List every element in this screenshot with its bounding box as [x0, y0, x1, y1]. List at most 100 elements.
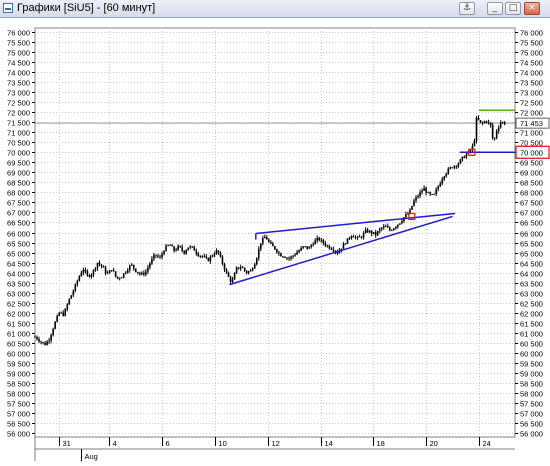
- y-tick-label-right: 68 000: [520, 189, 543, 198]
- candle-body: [239, 267, 242, 269]
- candle-body: [294, 254, 296, 256]
- y-tick-label-left: 64 000: [7, 270, 30, 279]
- chart-area[interactable]: 56 000 56 000 56 500 56 500 57 000 57 000 57 5…: [0, 18, 550, 461]
- candle-body: [387, 226, 389, 228]
- minimize-button[interactable]: _: [487, 2, 503, 15]
- x-tick-label: 20: [430, 439, 438, 448]
- y-tick-label-right: 62 000: [520, 310, 543, 319]
- y-tick-label-left: 75 000: [7, 49, 30, 58]
- y-tick-label-left: 65 500: [7, 240, 30, 249]
- candle-body: [163, 251, 165, 255]
- candle-body: [173, 246, 175, 251]
- candle-body: [441, 179, 444, 184]
- candle-body: [411, 206, 413, 210]
- candle-body: [114, 271, 117, 277]
- y-tick-label-right: 68 500: [520, 179, 543, 188]
- y-tick-label-right: 61 000: [520, 330, 543, 339]
- candle-body: [34, 336, 36, 338]
- candle-body: [447, 168, 450, 174]
- candle-body: [241, 267, 244, 269]
- candle-body: [427, 192, 429, 194]
- x-tick-label: 14: [325, 439, 333, 448]
- candle-body: [92, 270, 95, 275]
- x-tick-label: 24: [483, 439, 491, 448]
- candle-body: [104, 267, 107, 274]
- candle-body: [316, 237, 319, 241]
- candle-body: [328, 245, 331, 249]
- price-chart-svg[interactable]: 56 000 56 00056 500 56 50057 000 57 00057 5…: [0, 18, 550, 461]
- candle-body: [38, 339, 40, 342]
- candle-body: [201, 255, 204, 257]
- anchor-button[interactable]: ⚓: [459, 2, 475, 15]
- y-tick-label-left: 56 500: [7, 420, 30, 429]
- candle-body: [284, 257, 286, 258]
- close-button[interactable]: ×: [524, 2, 540, 15]
- y-tick-label-right: 59 500: [520, 360, 543, 369]
- candle-body: [90, 274, 93, 277]
- candle-body: [207, 257, 210, 262]
- candle-body: [320, 239, 323, 241]
- candle-body: [74, 284, 77, 292]
- candle-body: [219, 252, 222, 257]
- candle-body: [86, 271, 89, 276]
- y-tick-label-left: 59 500: [7, 360, 30, 369]
- candle-body: [354, 237, 357, 239]
- candle-body: [44, 342, 46, 346]
- candle-body: [100, 264, 103, 267]
- candle-body: [235, 267, 238, 274]
- candle-body: [139, 272, 141, 275]
- candle-body: [165, 245, 167, 252]
- candle-body: [205, 256, 208, 258]
- candle-body: [197, 253, 200, 257]
- candle-body: [431, 194, 433, 195]
- candle-body: [215, 250, 218, 255]
- candle-body: [251, 268, 254, 271]
- candle-body: [189, 246, 192, 248]
- candle-body: [417, 196, 419, 198]
- candle-body: [405, 214, 407, 218]
- candle-body: [288, 257, 290, 259]
- candle-body: [199, 255, 202, 257]
- x-tick-label: 18: [377, 439, 385, 448]
- candle-body: [237, 267, 240, 269]
- y-tick-label-right: 74 500: [520, 59, 543, 68]
- candle-body: [501, 122, 504, 124]
- candle-body: [42, 342, 44, 343]
- candle-body: [389, 227, 391, 231]
- candle-body: [322, 239, 325, 244]
- candle-body: [344, 243, 347, 245]
- y-tick-label-left: 68 000: [7, 189, 30, 198]
- y-tick-label-right: 71 000: [520, 129, 543, 138]
- candle-body: [132, 264, 135, 269]
- candle-body: [217, 250, 220, 253]
- candle-body: [489, 122, 492, 126]
- candle-body: [475, 117, 478, 141]
- candle-body: [155, 254, 157, 256]
- y-tick-label-left: 66 000: [7, 230, 30, 239]
- candle-body: [195, 250, 198, 254]
- x-tick-label: 6: [166, 439, 170, 448]
- marked-price-label: 70 000: [520, 148, 543, 157]
- candle-body: [437, 186, 439, 190]
- maximize-button[interactable]: □: [505, 2, 521, 15]
- candle-body: [483, 121, 486, 124]
- candle-body: [179, 245, 181, 247]
- y-tick-label-right: 64 500: [520, 260, 543, 269]
- candle-body: [70, 295, 73, 299]
- candle-body: [419, 192, 421, 197]
- candle-body: [106, 273, 109, 275]
- candle-body: [491, 125, 494, 139]
- candle-body: [183, 250, 185, 254]
- candle-body: [177, 245, 179, 250]
- y-tick-label-right: 56 000: [520, 430, 543, 439]
- candle-body: [229, 276, 232, 282]
- y-tick-label-right: 73 000: [520, 89, 543, 98]
- y-tick-label-right: 69 000: [520, 169, 543, 178]
- plot-frame: [34, 27, 516, 438]
- candle-body: [223, 263, 226, 270]
- y-tick-label-left: 72 000: [7, 109, 30, 118]
- candle-body: [463, 156, 466, 158]
- candle-body: [461, 156, 464, 160]
- candle-body: [52, 328, 54, 335]
- candle-body: [401, 221, 403, 224]
